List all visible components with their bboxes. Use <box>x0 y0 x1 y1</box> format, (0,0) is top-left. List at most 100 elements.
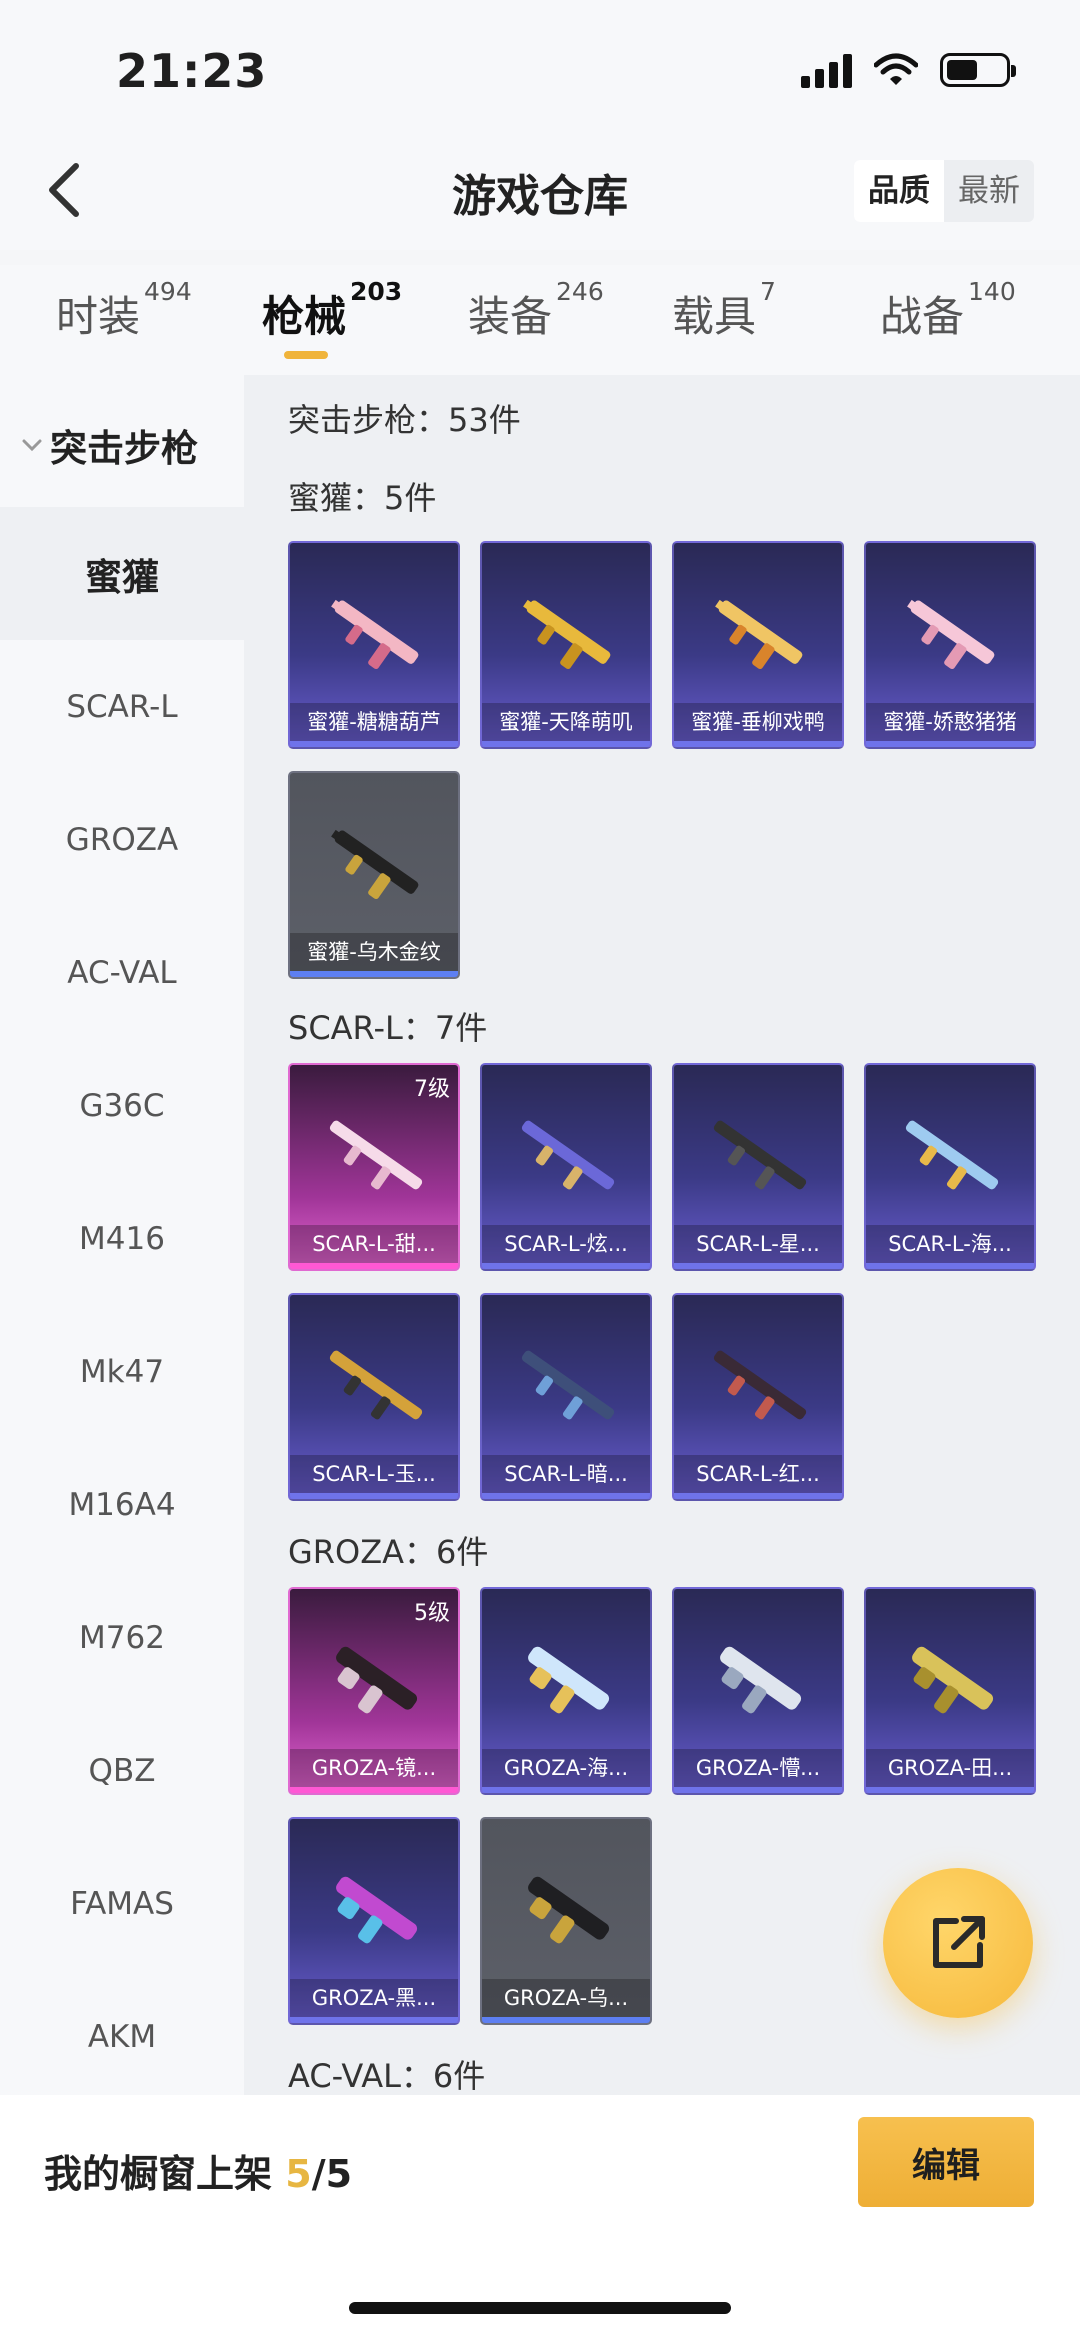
weapon-icon <box>713 1120 807 1190</box>
sidebar-item-groza[interactable]: GROZA <box>0 773 244 906</box>
tab-equipment[interactable]: 装备246 <box>468 277 604 344</box>
sidebar-item-mk47[interactable]: Mk47 <box>0 1305 244 1438</box>
rarity-bar <box>482 2017 650 2023</box>
rarity-bar <box>482 1263 650 1269</box>
skin-name: SCAR-L-甜... <box>290 1225 458 1263</box>
skin-card[interactable]: SCAR-L-海... <box>864 1063 1036 1271</box>
skin-name: SCAR-L-玉... <box>290 1455 458 1493</box>
skin-name: GROZA-黑... <box>290 1979 458 2017</box>
bottom-bar: 我的橱窗上架 5/5 编辑 <box>0 2095 1080 2337</box>
showcase-count-current: 5 <box>285 2152 312 2196</box>
sidebar-item-qbz[interactable]: QBZ <box>0 1704 244 1837</box>
rarity-bar <box>674 1263 842 1269</box>
skin-name: GROZA-懵... <box>674 1749 842 1787</box>
skin-name: SCAR-L-星... <box>674 1225 842 1263</box>
tab-count: 203 <box>350 277 403 306</box>
sidebar-item-scar-l[interactable]: SCAR-L <box>0 640 244 773</box>
skin-name: 蜜獾-天降萌叽 <box>482 703 650 741</box>
weapon-icon <box>329 1120 423 1190</box>
weapon-icon <box>336 1646 418 1714</box>
status-icons <box>801 50 1016 90</box>
tab-count: 140 <box>968 277 1016 306</box>
skin-name: GROZA-乌... <box>482 1979 650 2017</box>
skin-card[interactable]: 蜜獾-垂柳戏鸭 <box>672 541 844 749</box>
rarity-bar <box>866 741 1034 747</box>
skin-name: SCAR-L-炫... <box>482 1225 650 1263</box>
weapon-icon <box>331 829 419 900</box>
weapon-icon <box>720 1646 802 1714</box>
rarity-bar <box>290 2017 458 2023</box>
section-title-assault-rifles: 突击步枪：53件 <box>288 401 521 439</box>
skin-card[interactable]: SCAR-L-炫... <box>480 1063 652 1271</box>
sidebar-item-m762[interactable]: M762 <box>0 1571 244 1704</box>
tab-gear[interactable]: 战备140 <box>880 277 1016 344</box>
sidebar-item-akm[interactable]: AKM <box>0 1970 244 2095</box>
tab-label: 装备 <box>468 292 553 341</box>
weapon-icon <box>329 1350 423 1420</box>
skin-card[interactable]: 5级 GROZA-镜... <box>288 1587 460 1795</box>
skin-name: GROZA-海... <box>482 1749 650 1787</box>
sort-toggle: 品质 最新 <box>854 160 1034 222</box>
sidebar-item-ac-val[interactable]: AC-VAL <box>0 906 244 1039</box>
weapon-icon <box>523 599 611 670</box>
battery-icon <box>940 53 1016 87</box>
skin-card[interactable]: SCAR-L-星... <box>672 1063 844 1271</box>
rarity-bar <box>674 1493 842 1499</box>
sidebar-item-m416[interactable]: M416 <box>0 1172 244 1305</box>
weapon-icon <box>912 1646 994 1714</box>
sidebar-item-famas[interactable]: FAMAS <box>0 1837 244 1970</box>
tab-count: 7 <box>760 277 776 306</box>
skin-card[interactable]: 蜜獾-糖糖葫芦 <box>288 541 460 749</box>
sort-option-quality[interactable]: 品质 <box>854 160 944 222</box>
skin-card[interactable]: GROZA-海... <box>480 1587 652 1795</box>
skin-name: 蜜獾-娇憨猪猪 <box>866 703 1034 741</box>
weapon-icon <box>336 1876 418 1944</box>
skin-card[interactable]: SCAR-L-玉... <box>288 1293 460 1501</box>
rarity-bar <box>290 1263 458 1269</box>
rarity-bar <box>290 1787 458 1793</box>
home-indicator <box>349 2302 731 2314</box>
rarity-bar <box>482 741 650 747</box>
skin-card[interactable]: 蜜獾-娇憨猪猪 <box>864 541 1036 749</box>
sidebar-category-label: 突击步枪 <box>50 427 198 470</box>
sidebar-item-g36c[interactable]: G36C <box>0 1039 244 1172</box>
sort-option-newest[interactable]: 最新 <box>944 160 1034 222</box>
weapon-icon <box>331 599 419 670</box>
skin-card[interactable]: GROZA-黑... <box>288 1817 460 2025</box>
skin-name: SCAR-L-红... <box>674 1455 842 1493</box>
skin-card[interactable]: 7级 SCAR-L-甜... <box>288 1063 460 1271</box>
edit-button[interactable]: 编辑 <box>858 2117 1034 2207</box>
skin-card[interactable]: GROZA-乌... <box>480 1817 652 2025</box>
tab-label: 时装 <box>56 292 141 341</box>
skin-card[interactable]: SCAR-L-红... <box>672 1293 844 1501</box>
weapon-icon <box>713 1350 807 1420</box>
skin-card[interactable]: GROZA-田... <box>864 1587 1036 1795</box>
weapon-icon <box>528 1646 610 1714</box>
skin-name: 蜜獾-乌木金纹 <box>290 933 458 971</box>
skin-card[interactable]: 蜜獾-天降萌叽 <box>480 541 652 749</box>
share-fab[interactable] <box>883 1868 1033 2018</box>
sidebar-item-m16a4[interactable]: M16A4 <box>0 1438 244 1571</box>
skin-card[interactable]: SCAR-L-暗... <box>480 1293 652 1501</box>
rarity-bar <box>674 741 842 747</box>
tab-vehicles[interactable]: 载具7 <box>672 277 776 344</box>
showcase-count-total: /5 <box>311 2152 353 2196</box>
weapon-icon <box>715 599 803 670</box>
section-title-mihuan: 蜜獾：5件 <box>288 479 437 517</box>
skin-name: SCAR-L-暗... <box>482 1455 650 1493</box>
tab-fashion[interactable]: 时装494 <box>56 277 192 344</box>
section-title-ac-val: AC-VAL：6件 <box>288 2057 486 2095</box>
tab-label: 战备 <box>880 292 965 341</box>
rarity-bar <box>290 1493 458 1499</box>
rarity-bar <box>290 971 458 977</box>
sidebar-item-mihuan[interactable]: 蜜獾 <box>0 507 244 640</box>
tab-guns[interactable]: 枪械203 <box>262 277 402 344</box>
skin-name: GROZA-镜... <box>290 1749 458 1787</box>
skin-card[interactable]: GROZA-懵... <box>672 1587 844 1795</box>
showcase-label: 我的橱窗上架 <box>44 2152 273 2196</box>
category-tabs: 时装494 枪械203 装备246 载具7 战备140 <box>0 265 1080 375</box>
level-badge: 7级 <box>414 1077 450 1102</box>
skin-card[interactable]: 蜜獾-乌木金纹 <box>288 771 460 979</box>
skin-name: 蜜獾-垂柳戏鸭 <box>674 703 842 741</box>
sidebar-category[interactable]: 突击步枪 <box>0 405 244 485</box>
